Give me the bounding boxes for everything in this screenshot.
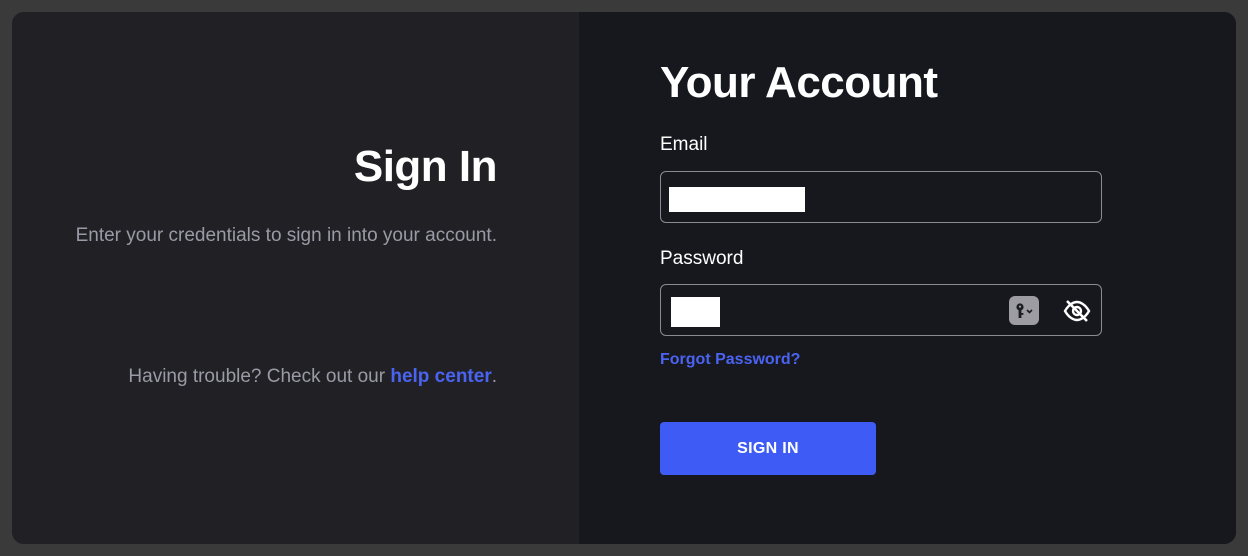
signin-card: Sign In Enter your credentials to sign i…: [12, 12, 1236, 544]
info-panel: Sign In Enter your credentials to sign i…: [12, 12, 579, 544]
key-icon[interactable]: [1009, 296, 1039, 325]
help-text-prefix: Having trouble? Check out our: [128, 366, 391, 387]
help-center-link[interactable]: help center: [390, 366, 491, 387]
form-panel: Your Account Email Password Forgot Passw…: [579, 12, 1236, 544]
password-field[interactable]: [660, 284, 1102, 336]
account-heading: Your Account: [660, 58, 938, 107]
signin-heading: Sign In: [353, 142, 498, 191]
password-value-redacted: [671, 297, 720, 327]
signin-subtitle: Enter your credentials to sign in into y…: [75, 225, 497, 246]
email-label: Email: [660, 134, 708, 155]
sign-in-button[interactable]: SIGN IN: [660, 422, 876, 475]
help-text-suffix: .: [491, 366, 497, 387]
email-field[interactable]: [660, 171, 1102, 223]
eye-off-icon[interactable]: [1063, 298, 1091, 324]
email-value-redacted: [669, 187, 805, 212]
forgot-password-link[interactable]: Forgot Password?: [660, 351, 800, 369]
password-label: Password: [660, 248, 744, 269]
help-text: Having trouble? Check out our help cente…: [128, 366, 497, 388]
